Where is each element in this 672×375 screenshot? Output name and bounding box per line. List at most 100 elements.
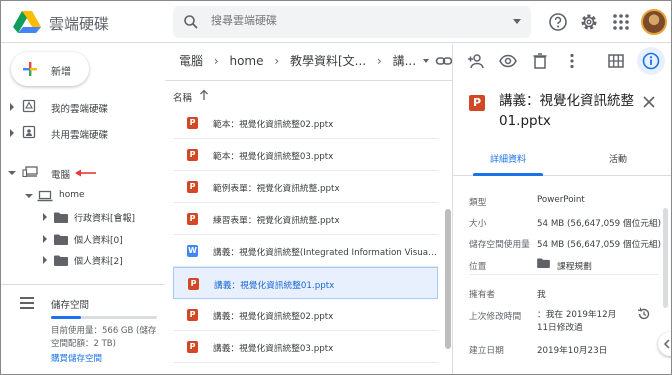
chevron-down-icon[interactable] [422,58,429,63]
help-icon[interactable] [548,12,568,32]
preview-eye-icon[interactable] [499,52,517,70]
tree-item-label: 行政資料[會報] [74,214,136,224]
file-name: 講義：視覺化資訊統整01.pptx [214,281,335,291]
search-bar[interactable] [173,6,531,38]
drive-icon [22,99,36,113]
sidebar-item-shared-drives[interactable]: 共用雲端硬碟 [1,124,165,142]
folder-icon [54,255,68,266]
file-name: 講義：視覺化資訊統整02.pptx [213,312,334,322]
sidebar-item-my-drive[interactable]: 我的雲端硬碟 [1,98,165,116]
expand-arrow-icon[interactable] [10,129,14,137]
storage-icon[interactable] [19,296,35,310]
settings-gear-icon[interactable] [579,12,599,32]
side-panel-toggle[interactable] [658,332,671,356]
file-row[interactable]: W 講義：視覺化資訊統整(Integrated Information Visu… [173,235,438,267]
tree-item-label: 個人資料[2] [74,257,123,267]
sort-arrow-up-icon[interactable] [199,89,209,101]
chevron-left-icon [663,339,670,349]
folder-icon [54,234,68,245]
more-options-icon[interactable] [563,52,581,70]
main-content: 電腦 › home › 教學資料[文... › 講... 名稱 P 範本：視覺化… [165,44,452,374]
breadcrumb-item-current[interactable]: 講... [393,52,416,69]
file-name: 講義：視覺化資訊統整03.pptx [213,344,334,354]
file-name: 範例表單：視覺化資訊統整.pptx [213,184,340,194]
file-list: P 範本：視覺化資訊統整02.pptx P 範本：視覺化資訊統整03.pptx … [173,107,438,363]
search-icon[interactable] [183,14,199,30]
new-button[interactable]: 新增 [11,52,89,86]
prop-value-size: 54 MB (56,647,059 個位元組) [537,219,662,229]
buy-storage-link[interactable]: 購買儲存空間 [51,352,102,364]
details-divider [469,274,659,275]
toolbar-divider [165,80,452,81]
file-name: 範本：視覺化資訊統整03.pptx [213,152,334,162]
details-title: 講義：視覺化資訊統整01.pptx [499,93,634,129]
details-scrollbar[interactable] [663,208,668,308]
sidebar-item-label: 我的雲端硬碟 [51,104,109,115]
prop-value-type: PowerPoint [537,195,585,205]
apps-grid-icon[interactable] [611,12,631,32]
laptop-icon [37,190,53,202]
file-row[interactable]: P 範本：視覺化資訊統整03.pptx [173,139,438,171]
grid-view-icon[interactable] [607,52,625,70]
file-row[interactable]: P 範本：視覺化資訊統整02.pptx [173,107,438,139]
prop-value-modified: ：我在 2019年12月11日修改過 [537,310,617,333]
expand-arrow-icon[interactable] [10,103,14,111]
link-icon[interactable] [435,52,453,70]
file-name: 講義：視覺化資訊統整(Integrated Information Visual… [213,248,437,258]
search-input[interactable] [211,14,471,27]
tree-item-folder[interactable]: 行政資料[會報] [1,208,165,226]
prop-label-owner: 擁有者 [469,290,496,300]
file-row-selected[interactable]: P 講義：視覺化資訊統整01.pptx [173,267,438,299]
file-name: 練習表單：視覺化資訊統整.pptx [213,216,340,226]
file-name: 範本：視覺化資訊統整02.pptx [213,120,334,130]
collapse-arrow-icon[interactable] [25,194,33,198]
prop-label-modified: 上次修改時間 [469,312,522,322]
tree-item-folder[interactable]: 個人資料[2] [1,251,165,269]
file-row[interactable]: P 練習表單：視覺化資訊統整.pptx [173,203,438,235]
shared-drive-icon [22,125,36,139]
history-icon[interactable] [637,307,651,321]
tree-item-home[interactable]: home [1,187,165,205]
prop-value-created: 2019年10月23日 [537,346,608,356]
chevron-right-icon: › [213,53,219,68]
prop-value-storage: 54 MB (56,647,059 個位元組) [537,240,662,250]
breadcrumb-item-computers[interactable]: 電腦 [179,52,203,69]
breadcrumb-item-home[interactable]: home [229,54,263,68]
details-panel: P 講義：視覺化資訊統整01.pptx 詳細資料 活動 類型 PowerPoin… [452,78,671,374]
folder-icon [537,258,550,268]
sidebar-item-computers[interactable]: 電腦 [1,164,165,182]
expand-arrow-icon[interactable] [43,235,47,243]
top-bar: 雲端硬碟 [1,1,671,43]
account-avatar[interactable] [641,9,667,35]
collapse-arrow-icon[interactable] [8,171,16,175]
expand-arrow-icon[interactable] [43,213,47,221]
close-icon[interactable] [643,96,655,108]
info-icon[interactable] [642,52,660,70]
file-list-scrollbar[interactable] [445,209,451,349]
word-file-icon: W [187,245,198,257]
file-row[interactable]: P 範例表單：視覺化資訊統整.pptx [173,171,438,203]
share-add-person-icon[interactable] [467,52,485,70]
sidebar-item-label: 共用雲端硬碟 [51,130,109,141]
tab-details[interactable]: 詳細資料 [453,152,563,165]
folder-icon [54,212,68,223]
prop-label-storage: 儲存空間使用量 [469,240,530,250]
tree-item-folder[interactable]: 個人資料[0] [1,230,165,248]
sidebar-divider [1,284,165,285]
prop-label-location: 位置 [469,262,487,272]
prop-label-created: 建立日期 [469,346,504,356]
breadcrumb-item-teaching[interactable]: 教學資料[文... [290,52,366,69]
file-row[interactable]: P 講義：視覺化資訊統整02.pptx [173,299,438,331]
storage-title[interactable]: 儲存空間 [51,297,89,311]
delete-trash-icon[interactable] [531,52,549,70]
tab-activity[interactable]: 活動 [563,152,671,165]
file-row[interactable]: P 講義：視覺化資訊統整03.pptx [173,331,438,363]
column-header-name[interactable]: 名稱 [173,90,192,104]
drive-logo-icon[interactable] [13,10,41,34]
prop-value-owner: 我 [537,290,546,300]
expand-arrow-icon[interactable] [43,256,47,264]
search-options-icon[interactable] [513,19,521,24]
prop-value-location[interactable]: 課程規劃 [557,259,592,272]
storage-usage-fill [51,316,81,319]
sidebar: 新增 我的雲端硬碟 共用雲端硬碟 電腦 home 行政資料[會報] 個人資料[0… [1,44,165,374]
